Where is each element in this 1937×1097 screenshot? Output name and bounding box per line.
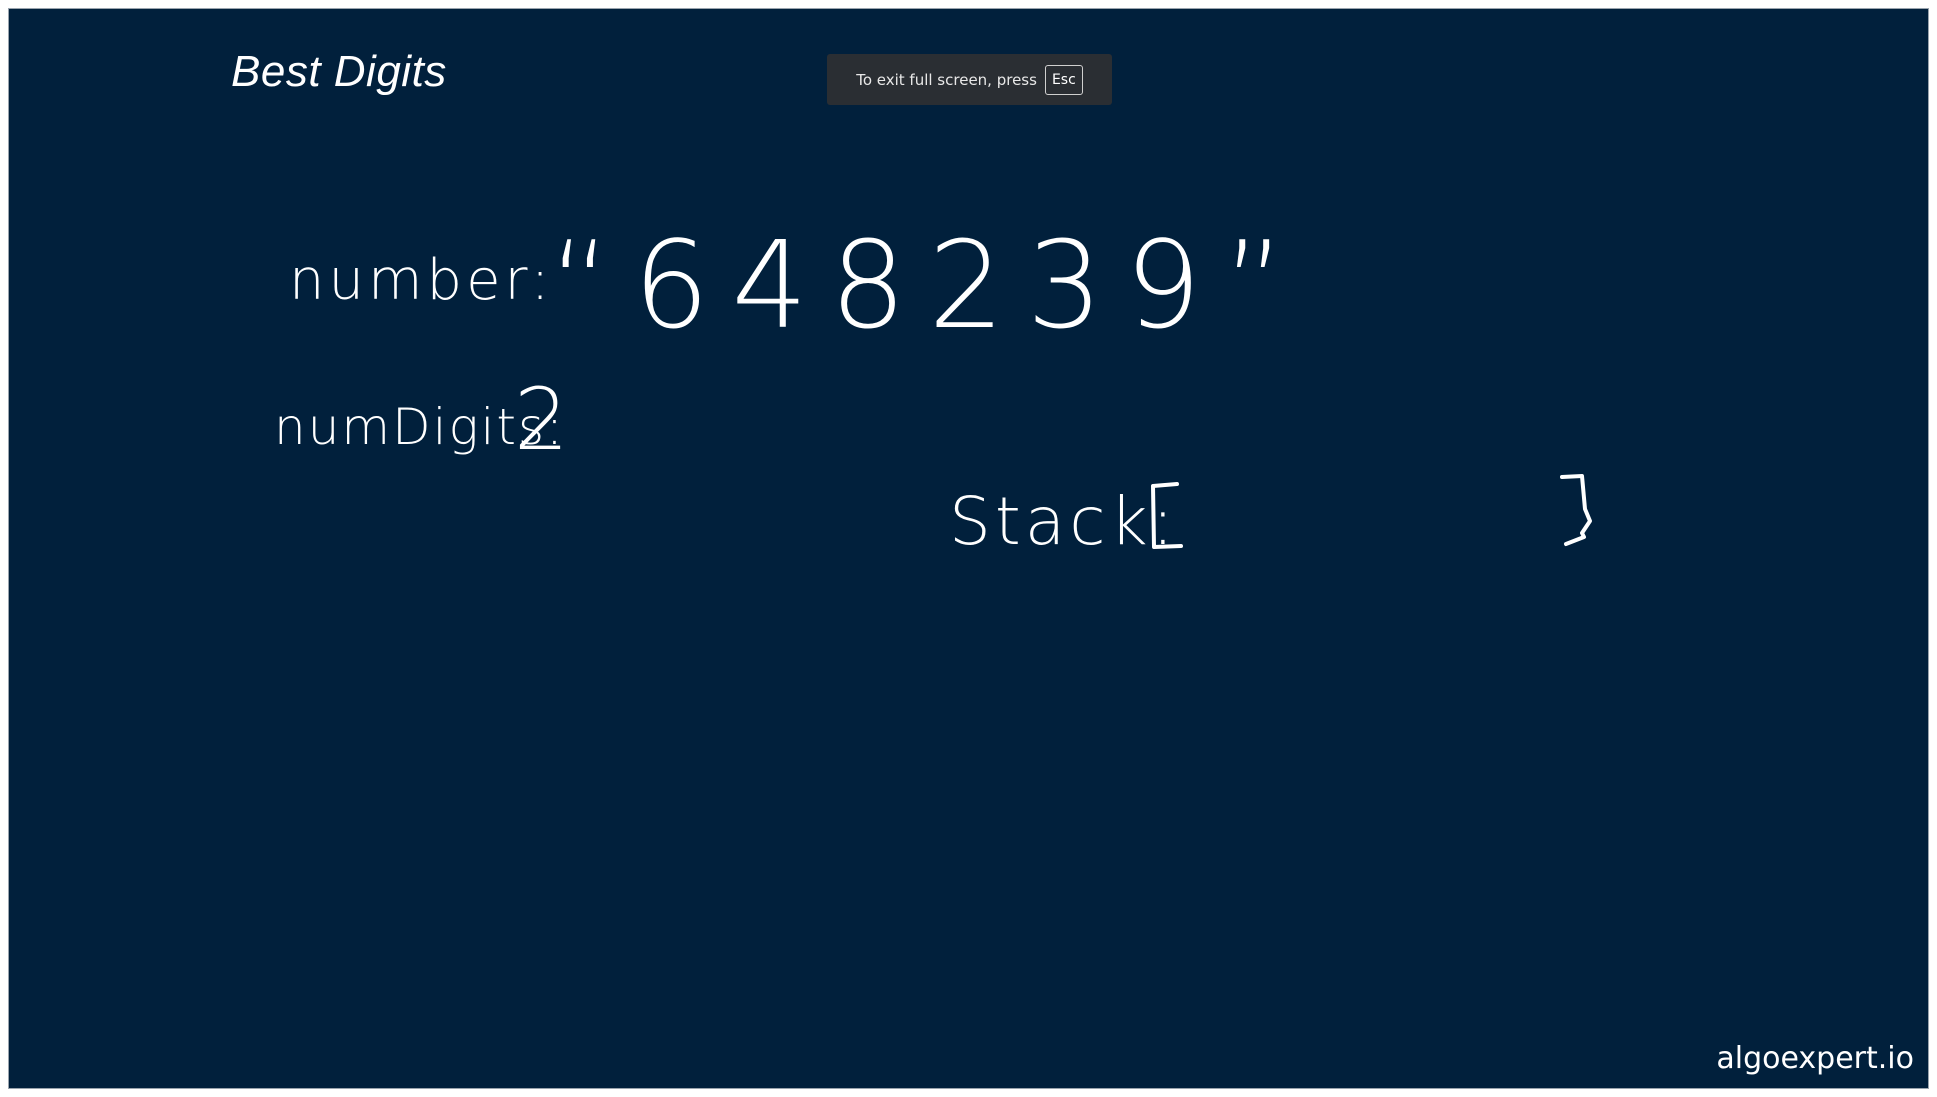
whiteboard-canvas: number: “648239” numDigits: 2 Stack: bbox=[274, 217, 1592, 560]
number-value: “648239” bbox=[549, 217, 1307, 356]
stack-label: Stack: bbox=[949, 483, 1178, 560]
stack-close-bracket bbox=[1560, 474, 1592, 546]
numdigits-value: 2 bbox=[514, 370, 569, 470]
brand-watermark: algoexpert.io bbox=[1716, 1041, 1914, 1076]
fullscreen-video-frame: Best Digits To exit full screen, press E… bbox=[8, 8, 1929, 1089]
number-label: number: bbox=[289, 248, 553, 313]
